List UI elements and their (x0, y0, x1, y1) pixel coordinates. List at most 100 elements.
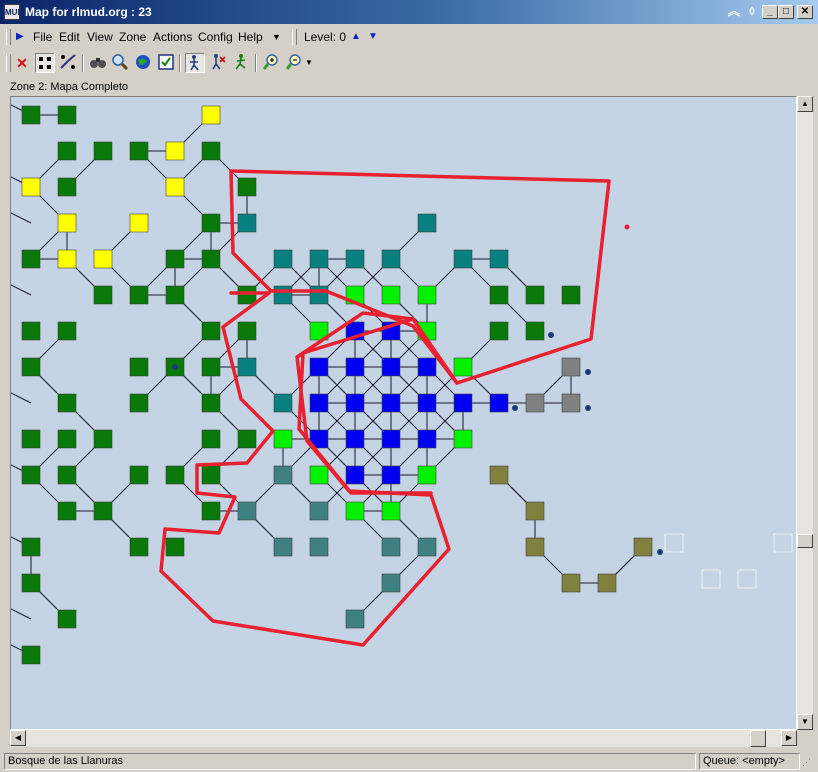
map-room[interactable] (129, 213, 149, 233)
map-room[interactable] (201, 321, 221, 341)
menu-zone[interactable]: Zone (119, 30, 146, 44)
menu-config[interactable]: Config (198, 30, 233, 44)
minimize-button[interactable]: _ (762, 5, 778, 19)
map-room[interactable] (57, 177, 77, 197)
map-room[interactable] (57, 609, 77, 629)
map-room[interactable] (201, 429, 221, 449)
map-room[interactable] (381, 573, 401, 593)
map-room[interactable] (165, 537, 185, 557)
level-down-icon[interactable]: ▼ (368, 31, 378, 42)
scroll-right-button[interactable]: ▶ (781, 730, 797, 746)
map-room[interactable] (21, 429, 41, 449)
map-room[interactable] (201, 105, 221, 125)
menu-edit[interactable]: Edit (59, 30, 80, 44)
map-room[interactable] (237, 429, 257, 449)
map-room[interactable] (129, 357, 149, 377)
map-room[interactable] (201, 501, 221, 521)
map-room[interactable] (237, 213, 257, 233)
map-room[interactable] (489, 321, 509, 341)
map-room[interactable] (57, 249, 77, 269)
map-room[interactable] (309, 393, 329, 413)
map-room[interactable] (525, 285, 545, 305)
menu-expand-icon[interactable]: ▶ (16, 31, 24, 42)
map-room[interactable] (453, 249, 473, 269)
map-room[interactable] (417, 285, 437, 305)
map-room[interactable] (417, 537, 437, 557)
map-room[interactable] (309, 501, 329, 521)
map-room[interactable] (57, 321, 77, 341)
unexplored-room[interactable] (737, 569, 757, 589)
close-button[interactable]: ✕ (797, 5, 813, 19)
map-room[interactable] (165, 465, 185, 485)
map-room[interactable] (345, 393, 365, 413)
map-room[interactable] (129, 465, 149, 485)
map-canvas[interactable] (10, 96, 797, 730)
map-room[interactable] (273, 393, 293, 413)
map-room[interactable] (273, 429, 293, 449)
map-room[interactable] (561, 285, 581, 305)
map-room[interactable] (381, 249, 401, 269)
map-room[interactable] (237, 285, 257, 305)
scroll-up-button[interactable]: ▲ (797, 96, 813, 112)
map-room[interactable] (489, 393, 509, 413)
unexplored-room[interactable] (773, 533, 793, 553)
map-room[interactable] (273, 285, 293, 305)
map-room[interactable] (453, 357, 473, 377)
map-room[interactable] (237, 501, 257, 521)
map-room[interactable] (93, 285, 113, 305)
map-room[interactable] (561, 573, 581, 593)
map-room[interactable] (525, 393, 545, 413)
find-icon[interactable] (110, 53, 130, 73)
run-icon[interactable] (231, 53, 251, 73)
map-room[interactable] (309, 249, 329, 269)
map-graph[interactable] (11, 97, 796, 729)
map-room[interactable] (417, 465, 437, 485)
map-room[interactable] (129, 285, 149, 305)
map-room[interactable] (273, 249, 293, 269)
walk-mode-icon[interactable] (185, 53, 205, 73)
map-room[interactable] (21, 357, 41, 377)
unexplored-room[interactable] (664, 533, 684, 553)
level-up-icon[interactable]: ▲ (351, 31, 361, 42)
zoom-dropdown-icon[interactable]: ▼ (303, 53, 315, 73)
map-room[interactable] (381, 285, 401, 305)
map-room[interactable] (201, 249, 221, 269)
map-room[interactable] (57, 465, 77, 485)
map-room[interactable] (201, 465, 221, 485)
map-room[interactable] (237, 177, 257, 197)
scroll-left-button[interactable]: ◀ (10, 730, 26, 746)
map-room[interactable] (633, 537, 653, 557)
map-room[interactable] (93, 141, 113, 161)
delete-icon[interactable]: ✕ (12, 53, 32, 73)
menubar-grip[interactable] (6, 29, 11, 45)
map-room[interactable] (57, 141, 77, 161)
map-room[interactable] (165, 249, 185, 269)
drop-icon[interactable]: ◊ (744, 5, 760, 19)
checkbox-icon[interactable] (156, 53, 176, 73)
zoom-out-icon[interactable] (284, 53, 304, 73)
map-room[interactable] (57, 429, 77, 449)
maximize-button[interactable]: □ (778, 5, 794, 19)
map-room[interactable] (237, 321, 257, 341)
rollup-icon[interactable]: ︽ (726, 5, 742, 19)
map-room[interactable] (345, 465, 365, 485)
horizontal-scrollbar[interactable]: ◀ ▶ (10, 730, 797, 747)
map-room[interactable] (57, 213, 77, 233)
map-room[interactable] (165, 177, 185, 197)
map-room[interactable] (237, 357, 257, 377)
map-room[interactable] (489, 249, 509, 269)
map-room[interactable] (57, 393, 77, 413)
map-room[interactable] (417, 429, 437, 449)
map-room[interactable] (309, 537, 329, 557)
map-room[interactable] (201, 393, 221, 413)
map-room[interactable] (345, 429, 365, 449)
menu-view[interactable]: View (87, 30, 113, 44)
map-room[interactable] (201, 213, 221, 233)
map-room[interactable] (273, 537, 293, 557)
map-room[interactable] (381, 537, 401, 557)
levelbar-grip[interactable] (292, 29, 297, 45)
binoculars-icon[interactable] (88, 53, 108, 73)
map-room[interactable] (597, 573, 617, 593)
map-room[interactable] (129, 537, 149, 557)
map-room[interactable] (165, 141, 185, 161)
